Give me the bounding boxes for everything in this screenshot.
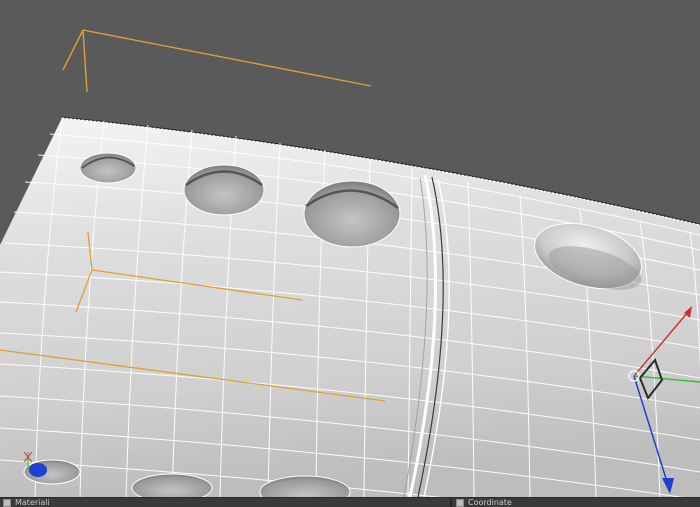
viewport-canvas[interactable] (0, 0, 700, 497)
panel-divider[interactable] (450, 498, 452, 507)
panel-handle-icon (3, 499, 11, 507)
bottom-panel-bar: Materiali Coordinate (0, 497, 700, 507)
app-window: Materiali Coordinate (0, 0, 700, 507)
3d-viewport[interactable] (0, 0, 700, 497)
coordinates-panel-tab[interactable]: Coordinate (456, 498, 512, 507)
materials-panel-tab[interactable]: Materiali (3, 498, 50, 507)
coordinates-panel-label: Coordinate (468, 498, 512, 507)
materials-panel-label: Materiali (15, 498, 50, 507)
panel-handle-icon (456, 499, 464, 507)
